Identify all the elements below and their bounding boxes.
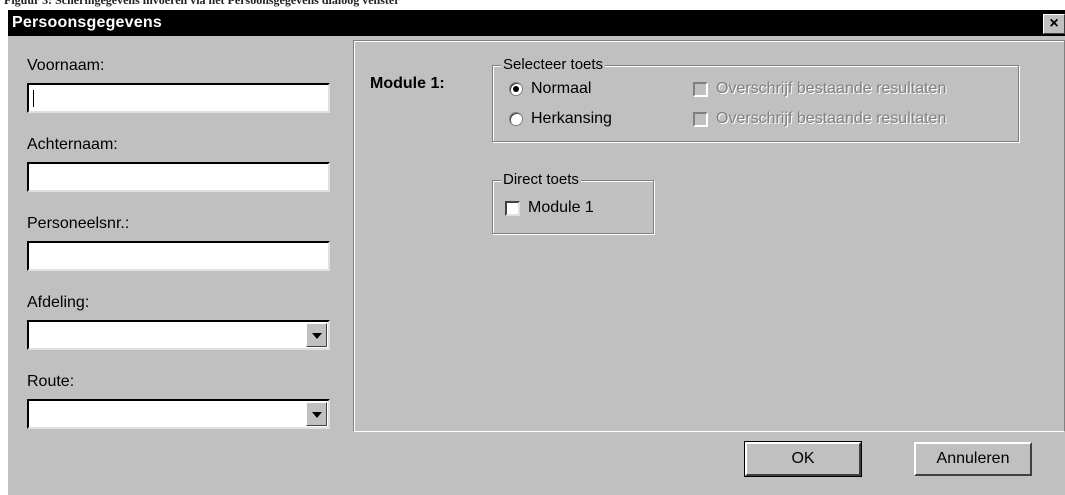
department-dropdown-button[interactable] bbox=[306, 323, 327, 347]
figure-caption: Figuur 3: Schermgegevens invoeren via he… bbox=[4, 0, 400, 7]
department-label: Afdeling: bbox=[27, 294, 90, 311]
route-dropdown-button[interactable] bbox=[306, 402, 327, 426]
direct-test-group: Direct toets Module 1 bbox=[492, 171, 654, 234]
radio-normaal[interactable]: Normaal bbox=[509, 80, 591, 98]
last-name-label: Achternaam: bbox=[27, 136, 118, 153]
radio-herkansing[interactable]: Herkansing bbox=[509, 110, 612, 128]
checkbox-icon bbox=[693, 111, 708, 127]
direct-module-label: Module 1 bbox=[528, 199, 594, 216]
employee-number-input[interactable] bbox=[27, 241, 330, 271]
close-button[interactable]: × bbox=[1043, 14, 1065, 34]
direct-module-checkbox[interactable]: Module 1 bbox=[505, 199, 594, 217]
overwrite-normaal-label: Overschrijf bestaande resultaten bbox=[716, 80, 947, 97]
overwrite-normaal-checkbox: Overschrijf bestaande resultaten bbox=[693, 80, 946, 98]
title-bar: Persoonsgegevens × bbox=[8, 10, 1065, 36]
chevron-down-icon bbox=[312, 412, 322, 418]
module-panel: Module 1: Selecteer toets Normaal Herkan… bbox=[353, 40, 1065, 432]
overwrite-herkansing-checkbox: Overschrijf bestaande resultaten bbox=[693, 110, 946, 128]
last-name-input[interactable] bbox=[27, 162, 330, 192]
select-test-group: Selecteer toets Normaal Herkansing Overs… bbox=[492, 56, 1019, 142]
checkbox-icon bbox=[693, 81, 708, 97]
chevron-down-icon bbox=[312, 333, 322, 339]
first-name-input[interactable] bbox=[27, 83, 330, 113]
radio-unselected-icon[interactable] bbox=[509, 112, 523, 126]
module-label: Module 1: bbox=[370, 75, 445, 92]
employee-number-label: Personeelsnr.: bbox=[27, 215, 130, 232]
dialog-window: Persoonsgegevens × Voornaam: Achternaam:… bbox=[8, 10, 1065, 495]
radio-selected-icon[interactable] bbox=[509, 82, 523, 96]
radio-normaal-label: Normaal bbox=[531, 80, 592, 97]
personal-details-panel: Voornaam: Achternaam: Personeelsnr.: Afd… bbox=[8, 36, 353, 495]
text-cursor bbox=[33, 90, 34, 107]
figure-caption-strip: Figuur 3: Schermgegevens invoeren via he… bbox=[0, 0, 1065, 10]
cancel-button[interactable]: Annuleren bbox=[914, 442, 1032, 476]
first-name-label: Voornaam: bbox=[27, 57, 105, 74]
checkbox-icon[interactable] bbox=[505, 200, 520, 216]
direct-test-group-title: Direct toets bbox=[501, 171, 581, 188]
ok-button[interactable]: OK bbox=[744, 441, 862, 477]
route-label: Route: bbox=[27, 373, 75, 390]
route-select[interactable] bbox=[27, 399, 330, 429]
select-test-group-title: Selecteer toets bbox=[501, 56, 606, 73]
radio-herkansing-label: Herkansing bbox=[531, 110, 612, 127]
window-title: Persoonsgegevens bbox=[12, 14, 162, 31]
overwrite-herkansing-label: Overschrijf bestaande resultaten bbox=[716, 110, 947, 127]
department-select[interactable] bbox=[27, 320, 330, 350]
